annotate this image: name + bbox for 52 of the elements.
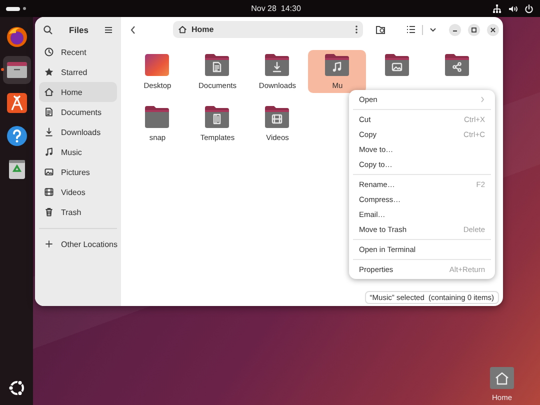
trash-icon [44,207,54,217]
home-icon [178,25,188,34]
window-title: Files [69,24,88,34]
sidebar-item[interactable]: Music [39,142,118,162]
menu-icon[interactable] [104,26,114,34]
workspace-indicator[interactable] [6,6,20,10]
list-view-icon[interactable] [406,25,416,34]
sidebar-item[interactable]: Pictures [39,162,118,182]
star-icon [44,67,54,77]
folder-icon [144,105,170,129]
sidebar-item[interactable]: Home [39,82,118,102]
volume-icon[interactable] [508,4,518,14]
sidebar-item[interactable]: Documents [39,102,118,122]
sidebar-item[interactable]: Trash [39,202,118,222]
back-icon[interactable] [129,24,138,34]
sidebar-item[interactable]: Recent [39,42,118,62]
picture-icon [44,167,54,177]
plus-icon [44,239,54,249]
network-icon[interactable] [492,4,502,14]
video-icon [44,187,54,197]
video-folder-icon [264,105,290,129]
more-icon[interactable] [355,25,358,34]
music-icon [44,147,54,157]
maximize-icon [471,26,478,32]
ubuntu-logo-icon[interactable] [8,379,26,397]
sidebar-item[interactable]: Videos [39,182,118,202]
power-icon[interactable] [524,4,534,14]
recent-icon [44,47,54,57]
new-folder-icon[interactable] [375,24,386,35]
workspace-indicator[interactable] [23,7,26,10]
picture-folder-icon [384,53,410,77]
document-folder-icon [204,53,230,77]
dropdown-icon[interactable] [429,26,438,32]
sidebar-item[interactable]: Starred [39,62,118,82]
home-icon [44,87,54,97]
template-folder-icon [204,105,230,129]
maximize-button[interactable] [468,24,480,36]
download-icon [44,127,54,137]
share-folder-icon [444,53,470,77]
music-folder-icon [324,53,350,77]
home-folder-icon[interactable] [489,366,515,390]
download-folder-icon [264,53,290,77]
close-button[interactable] [487,24,500,36]
path-bar[interactable]: Home [173,21,364,38]
sidebar-item[interactable]: Downloads [39,122,118,142]
search-icon[interactable] [43,24,53,34]
minimize-button[interactable] [449,24,462,36]
document-icon [44,107,54,117]
sidebar-item[interactable]: Other Locations [39,234,118,254]
close-icon [490,26,496,32]
clock[interactable]: Nov 28 14:30 [211,4,301,13]
desktop-folder-icon [144,53,170,77]
